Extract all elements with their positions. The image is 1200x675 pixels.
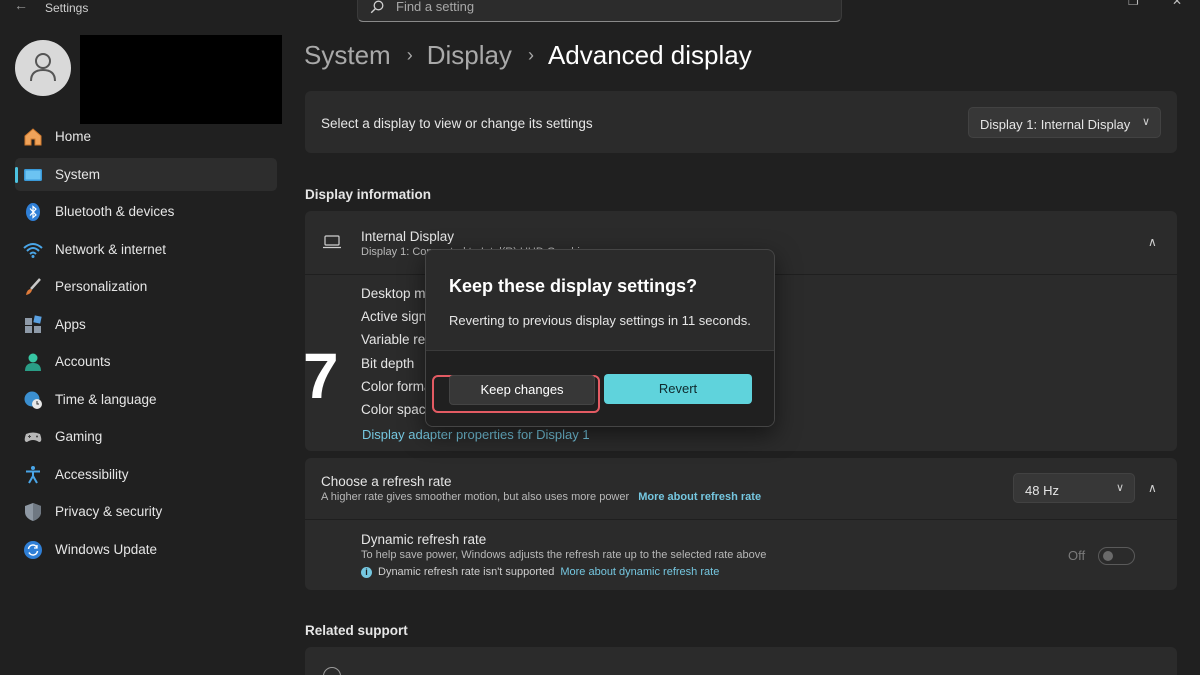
update-icon [24,540,42,559]
sidebar-item-label: Home [55,129,92,144]
display-name: Internal Display [361,229,455,244]
sidebar-item-label: Apps [55,316,86,332]
select-display-label: Select a display to view or change its s… [321,116,593,131]
bluetooth-icon [26,203,40,221]
revert-button[interactable]: Revert [604,374,752,404]
sidebar-item-label: Accounts [55,354,111,369]
dialog-message: Reverting to previous display settings i… [449,313,751,328]
sidebar-item-label: Network & internet [55,241,167,257]
page-title: Advanced display [547,40,752,70]
dynamic-refresh-rate-title: Dynamic refresh rate [361,532,487,547]
toggle-knob [1103,551,1113,561]
refresh-rate-description: A higher rate gives smoother motion, but… [321,491,761,503]
sidebar-item-label: Privacy & security [55,504,163,519]
breadcrumb-display[interactable]: Display [427,40,512,71]
gamepad-icon [24,432,42,442]
sidebar-item-label: Time & language [55,391,157,407]
breadcrumb-separator: › [406,45,413,65]
active-indicator [15,166,18,183]
dialog-footer: Keep changes Revert [426,350,774,426]
sidebar-item-accounts[interactable]: Accounts [15,345,277,378]
refresh-rate-card: Choose a refresh rate A higher rate give… [305,458,1177,590]
dynamic-refresh-rate-description: To help save power, Windows adjusts the … [361,549,767,561]
related-support-heading: Related support [305,623,408,638]
clock-globe-icon [24,391,42,409]
redacted-account-info [80,35,282,124]
sidebar-item-privacy-security[interactable]: Privacy & security [15,495,277,528]
toggle-state-label: Off [1068,548,1086,563]
shield-icon [25,503,41,521]
restore-icon[interactable]: ❐ [1128,0,1139,8]
apps-icon [25,314,42,333]
sidebar-item-bluetooth[interactable]: Bluetooth & devices [15,195,277,228]
breadcrumb-separator: › [527,45,534,65]
refresh-rate-title: Choose a refresh rate [321,474,452,489]
info-icon: i [361,566,372,578]
app-title: Settings [45,1,89,15]
sidebar-item-apps[interactable]: Apps [15,308,277,341]
wifi-icon [23,242,43,258]
brush-icon [26,278,41,295]
sidebar-item-system[interactable]: System [15,157,277,191]
refresh-rate-value: 48 Hz [1025,483,1059,498]
related-support-card [305,647,1177,675]
sidebar-item-label: Windows Update [55,541,158,557]
close-icon[interactable]: ✕ [1172,0,1182,8]
display-information-heading: Display information [305,187,432,202]
sidebar-item-windows-update[interactable]: Windows Update [15,533,277,566]
sidebar-item-personalization[interactable]: Personalization [15,270,277,303]
refresh-rate-dropdown[interactable]: 48 Hz ∨ [1013,473,1135,503]
more-about-dynamic-refresh-rate-link[interactable]: More about dynamic refresh rate [560,566,719,578]
search-input[interactable] [396,0,816,14]
step-number: 7 [303,340,339,412]
search-box[interactable] [357,0,842,22]
refresh-rate-header: Choose a refresh rate A higher rate give… [305,458,1177,520]
sidebar-item-label: System [55,166,101,182]
more-about-refresh-rate-link[interactable]: More about refresh rate [638,491,761,503]
avatar[interactable] [15,40,71,96]
laptop-icon [323,235,341,249]
dynamic-refresh-rate-toggle[interactable] [1098,547,1135,565]
back-arrow-icon[interactable]: ← [14,0,28,13]
display-select-dropdown[interactable]: Display 1: Internal Display ∨ [968,107,1161,138]
system-icon [24,168,42,181]
display-adapter-properties-link[interactable]: Display adapter properties for Display 1 [362,427,590,442]
sidebar-item-home[interactable]: Home [15,120,277,153]
dynamic-refresh-unsupported-text: Dynamic refresh rate isn't supported [378,566,555,578]
select-display-card: Select a display to view or change its s… [305,91,1177,153]
dialog-title: Keep these display settings? [449,276,698,296]
refresh-rate-description-text: A higher rate gives smoother motion, but… [321,491,630,503]
account-icon [25,353,41,371]
chevron-down-icon: ∨ [1141,116,1150,128]
display-select-value: Display 1: Internal Display [980,117,1131,132]
search-icon [370,0,384,14]
keep-display-settings-dialog: Keep these display settings? Reverting t… [425,249,775,427]
globe-icon [323,667,341,675]
accessibility-icon [26,465,40,483]
chevron-up-icon[interactable]: ∧ [1148,235,1157,249]
sidebar-item-accessibility[interactable]: Accessibility [15,458,277,491]
sidebar-item-label: Gaming [55,429,103,444]
user-icon [30,53,56,82]
sidebar-item-time-language[interactable]: Time & language [15,383,277,416]
sidebar-item-label: Bluetooth & devices [55,204,175,219]
sidebar-item-gaming[interactable]: Gaming [15,420,277,453]
sidebar-item-label: Accessibility [55,466,129,482]
chevron-up-icon[interactable]: ∧ [1148,481,1157,495]
dynamic-refresh-rate-note: i Dynamic refresh rate isn't supported M… [361,566,719,578]
sidebar-item-label: Personalization [55,279,148,294]
home-icon [24,128,42,146]
sidebar-nav: Home System Bluetooth & devices Network … [15,120,277,570]
chevron-down-icon: ∨ [1115,482,1124,494]
keep-changes-button[interactable]: Keep changes [449,375,595,405]
breadcrumb-system[interactable]: System [304,40,391,71]
breadcrumb: System › Display › Advanced display [304,40,752,71]
sidebar-item-network[interactable]: Network & internet [15,233,277,266]
